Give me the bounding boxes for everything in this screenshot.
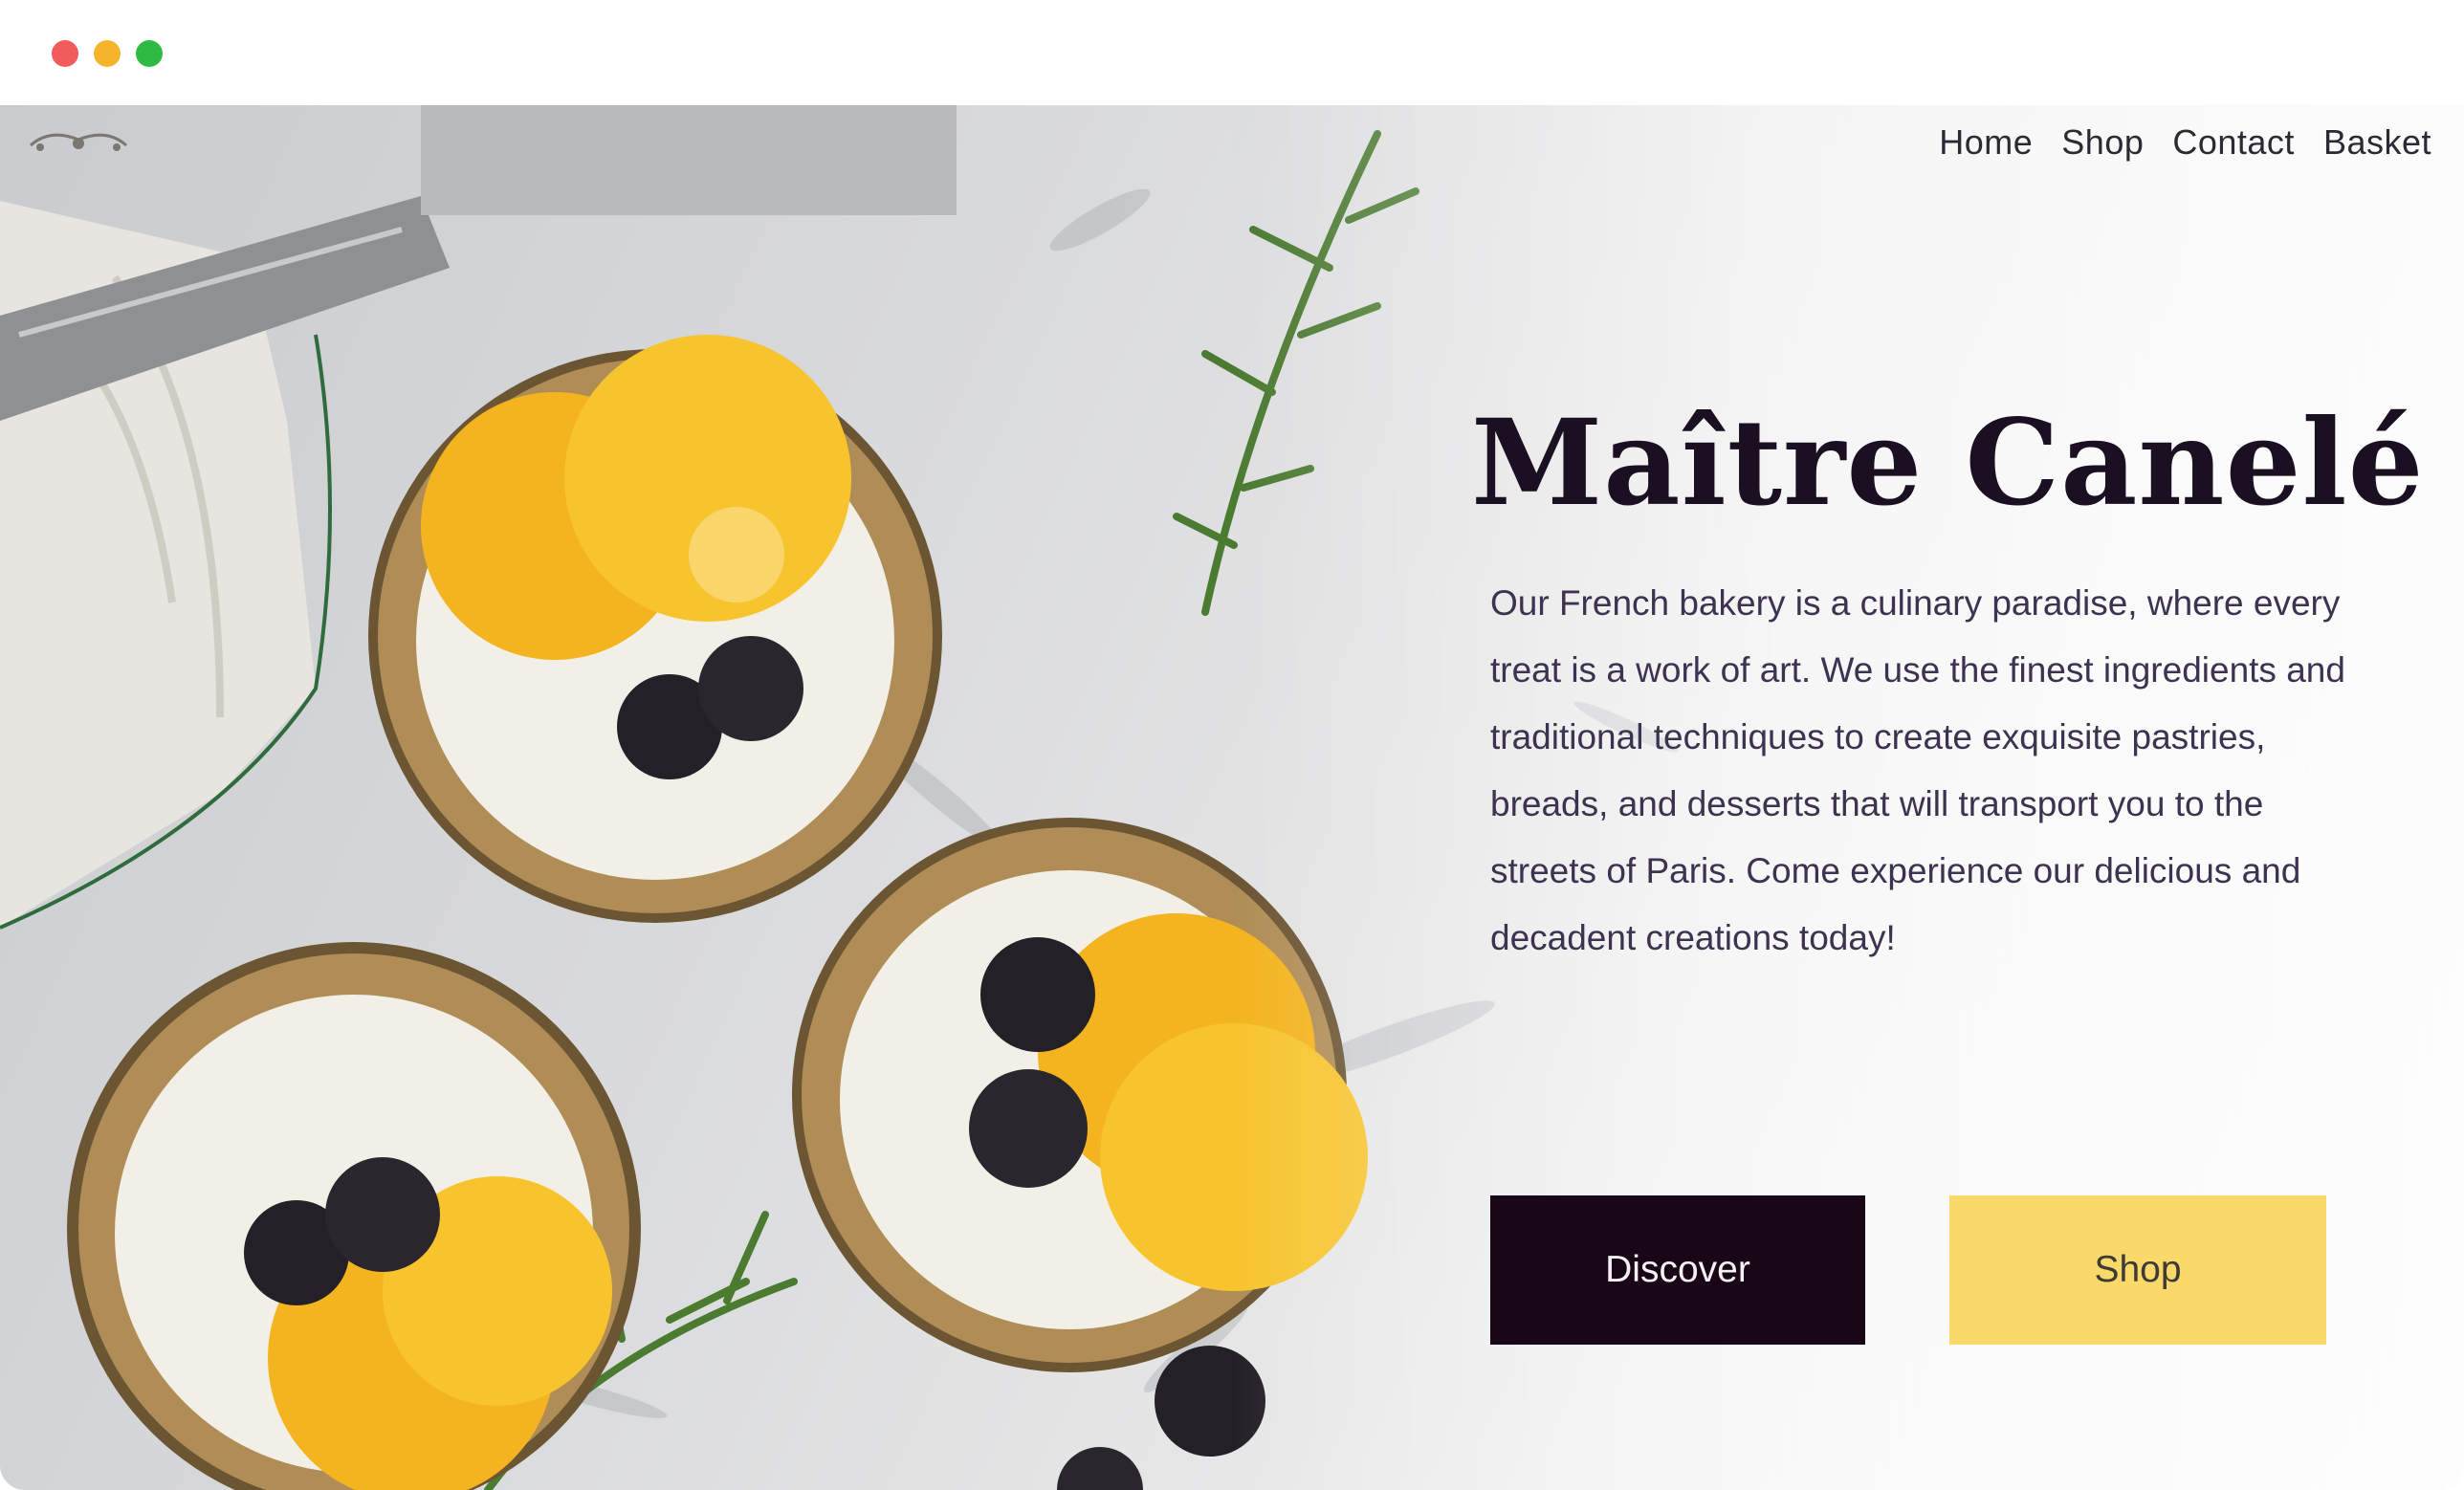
minimize-window-button[interactable] — [94, 40, 121, 67]
nav-home[interactable]: Home — [1939, 122, 2033, 163]
nav-contact[interactable]: Contact — [2172, 122, 2295, 163]
nav-basket[interactable]: Basket — [2323, 122, 2431, 163]
shop-button[interactable]: Shop — [1949, 1195, 2326, 1345]
ornament-logo-icon[interactable] — [21, 119, 136, 166]
main-nav: Home Shop Contact Basket — [1939, 122, 2431, 163]
discover-button[interactable]: Discover — [1490, 1195, 1865, 1345]
hero-title: Maître Canelé — [1471, 394, 2425, 533]
close-window-button[interactable] — [52, 40, 78, 67]
page-viewport: Home Shop Contact Basket Maître Canelé O… — [0, 105, 2464, 1490]
nav-shop[interactable]: Shop — [2061, 122, 2144, 163]
maximize-window-button[interactable] — [136, 40, 163, 67]
hero-content: Maître Canelé Our French bakery is a cul… — [1463, 392, 2425, 1345]
browser-titlebar — [0, 0, 2464, 105]
hero-description: Our French bakery is a culinary paradise… — [1490, 583, 2345, 957]
browser-window: Home Shop Contact Basket Maître Canelé O… — [0, 0, 2464, 1490]
